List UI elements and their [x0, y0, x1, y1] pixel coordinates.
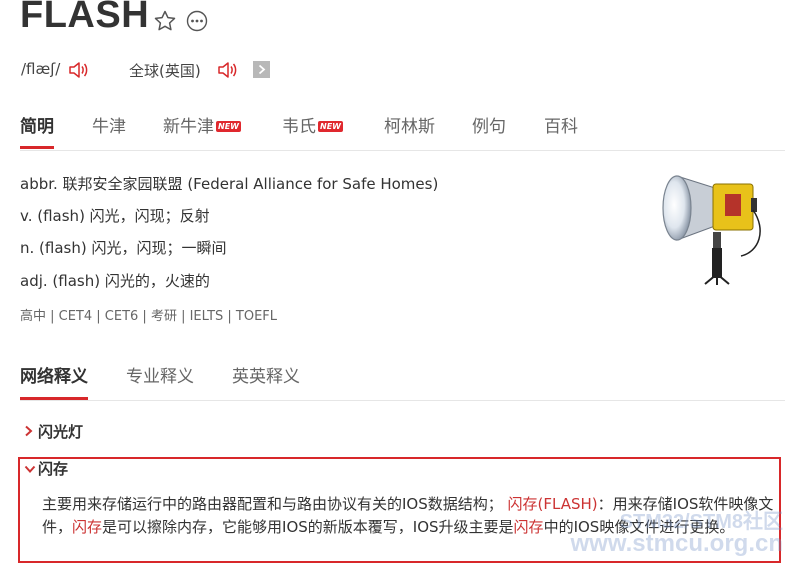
entry-flash-memory[interactable]: 闪存: [24, 458, 68, 479]
tab-professional-interpretation[interactable]: 专业释义: [126, 362, 194, 387]
entry-flash-lamp[interactable]: 闪光灯: [24, 421, 83, 442]
chevron-down-icon: [24, 463, 38, 478]
new-badge: NEW: [216, 121, 241, 132]
dictionary-tabs: 简明 牛津 新牛津 NEW 韦氏 NEW 柯林斯 例句 百科: [20, 110, 785, 151]
play-icon[interactable]: [253, 61, 270, 82]
speaker-icon[interactable]: [216, 59, 238, 85]
word-title: FLASH: [20, 0, 150, 36]
tab-oxford[interactable]: 牛津: [92, 112, 126, 137]
phonetic-region-label: 全球(英国): [129, 62, 201, 80]
definition-verb: v. (flash) 闪光，闪现；反射: [20, 207, 210, 225]
definition-adj: adj. (flash) 闪光的，火速的: [20, 272, 210, 290]
new-badge: NEW: [318, 121, 343, 132]
tab-examples[interactable]: 例句: [472, 112, 506, 137]
star-icon[interactable]: [153, 9, 177, 37]
phonetic-uk-text: /flæʃ/: [21, 60, 61, 78]
chevron-right-icon: [24, 425, 38, 441]
more-icon[interactable]: [186, 10, 208, 36]
entry-title: 闪存: [38, 460, 69, 478]
speaker-icon[interactable]: [67, 59, 89, 85]
tab-webster[interactable]: 韦氏 NEW: [282, 112, 343, 137]
tab-new-oxford[interactable]: 新牛津 NEW: [163, 112, 241, 137]
flash-lamp-image: [655, 170, 765, 289]
definition-noun: n. (flash) 闪光，闪现；一瞬间: [20, 239, 227, 257]
tab-concise[interactable]: 简明: [20, 112, 54, 149]
tab-baike[interactable]: 百科: [544, 112, 578, 137]
interpretation-tabs: 网络释义 专业释义 英英释义: [20, 360, 785, 401]
tab-english-interpretation[interactable]: 英英释义: [232, 362, 300, 387]
keyword-link[interactable]: 闪存(FLASH): [508, 495, 598, 513]
keyword-link[interactable]: 闪存: [72, 518, 102, 536]
tab-web-interpretation[interactable]: 网络释义: [20, 362, 88, 400]
entry-title: 闪光灯: [38, 423, 84, 441]
watermark-url: www.stmcu.org.cn: [570, 530, 783, 557]
definition-abbr: abbr. 联邦安全家园联盟 (Federal Alliance for Saf…: [20, 175, 439, 193]
exam-tags: 高中 | CET4 | CET6 | 考研 | IELTS | TOEFL: [20, 309, 278, 324]
keyword-link[interactable]: 闪存: [514, 518, 544, 536]
tab-collins[interactable]: 柯林斯: [384, 112, 435, 137]
